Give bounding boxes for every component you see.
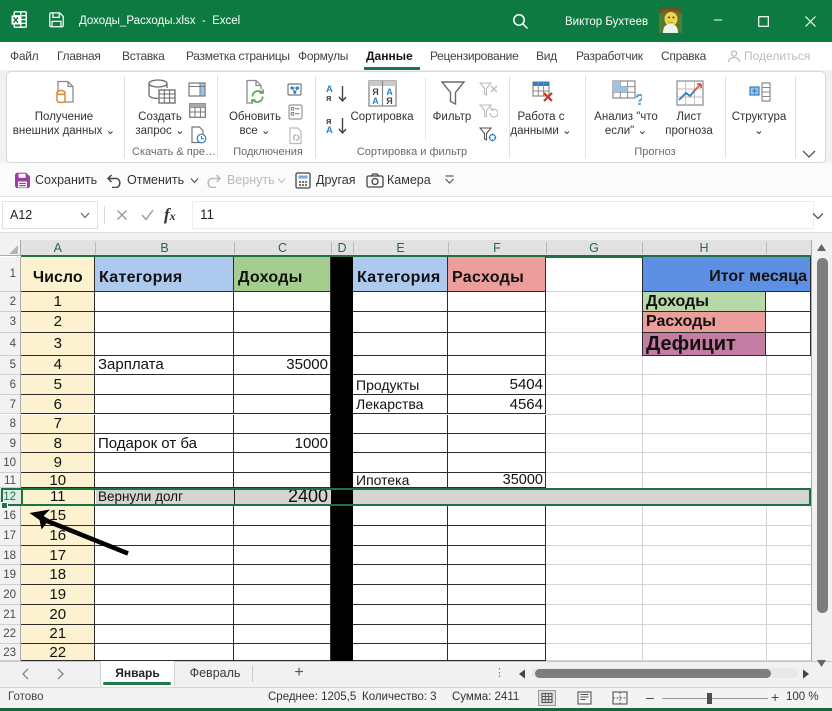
svg-text:Я: Я [386, 96, 392, 106]
svg-text:А: А [372, 96, 379, 106]
svg-text:?: ? [635, 92, 642, 107]
